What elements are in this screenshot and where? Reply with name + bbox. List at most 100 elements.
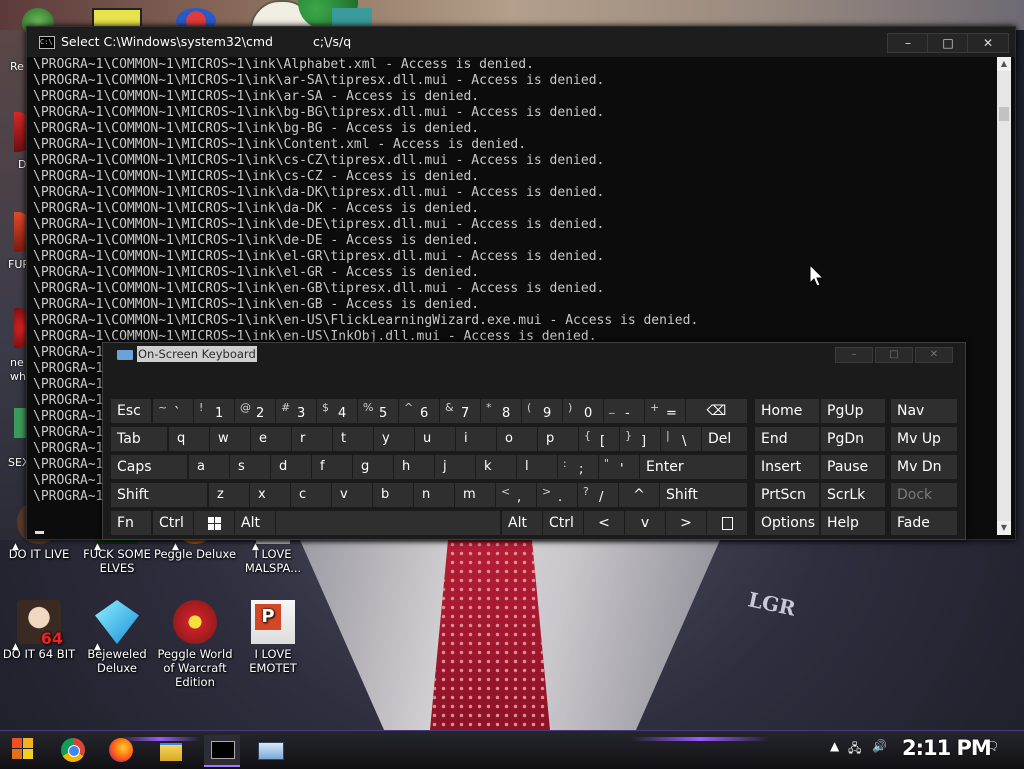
- key-3[interactable]: #3: [276, 399, 316, 423]
- key-fade[interactable]: Fade: [891, 511, 957, 535]
- key-windows[interactable]: [194, 511, 234, 535]
- desktop-icon-i-love-emotet[interactable]: P I LOVE EMOTET: [230, 600, 316, 675]
- key-tab[interactable]: Tab: [111, 427, 167, 451]
- osk-close-button[interactable]: ✕: [915, 347, 953, 363]
- key-period[interactable]: >.: [537, 483, 577, 507]
- key-tilde[interactable]: ~ `: [153, 399, 193, 423]
- key-v[interactable]: v: [332, 483, 372, 507]
- key-m[interactable]: m: [455, 483, 495, 507]
- on-screen-keyboard-window[interactable]: On-Screen Keyboard – □ ✕ Esc ~ ` ! 1 @2 #3…: [102, 342, 966, 540]
- notifications-icon[interactable]: 🗨: [984, 739, 999, 753]
- volume-icon[interactable]: 🔊: [872, 739, 887, 753]
- key-g[interactable]: g: [353, 455, 393, 479]
- key-1[interactable]: ! 1: [194, 399, 234, 423]
- cmd-titlebar[interactable]: C:\ Select C:\Windows\system32\cmd c;\/s…: [27, 27, 1015, 57]
- show-hidden-icons-icon[interactable]: ▲: [830, 739, 839, 753]
- key-j[interactable]: j: [435, 455, 475, 479]
- key-mv-dn[interactable]: Mv Dn: [891, 455, 957, 479]
- key-esc[interactable]: Esc: [111, 399, 151, 423]
- key-ctrl-right[interactable]: Ctrl: [543, 511, 583, 535]
- key-comma[interactable]: <,: [496, 483, 536, 507]
- osk-taskbar-icon[interactable]: [254, 735, 286, 765]
- close-button[interactable]: ✕: [967, 33, 1009, 53]
- key-enter[interactable]: Enter: [640, 455, 747, 479]
- key-7[interactable]: & 7: [440, 399, 480, 423]
- maximize-button[interactable]: □: [927, 33, 969, 53]
- desktop-icon-peggle-wow[interactable]: Peggle World of Warcraft Edition: [152, 600, 238, 689]
- key-9[interactable]: (9: [522, 399, 562, 423]
- key-alt-right[interactable]: Alt: [502, 511, 542, 535]
- key-pgdn[interactable]: PgDn: [821, 427, 885, 451]
- key-b[interactable]: b: [373, 483, 413, 507]
- key-d[interactable]: d: [271, 455, 311, 479]
- scroll-down-arrow-icon[interactable]: ▼: [997, 521, 1011, 535]
- key-r[interactable]: r: [292, 427, 332, 451]
- key-backspace[interactable]: ⌫: [686, 399, 747, 423]
- start-button[interactable]: [8, 735, 40, 765]
- minimize-button[interactable]: –: [887, 33, 929, 53]
- key-6[interactable]: ^ 6: [399, 399, 439, 423]
- key-minus[interactable]: _ -: [604, 399, 644, 423]
- key-right-bracket[interactable]: }]: [620, 427, 660, 451]
- key-n[interactable]: n: [414, 483, 454, 507]
- key-up-arrow[interactable]: ^: [619, 483, 659, 507]
- left-icon-label[interactable]: wh: [10, 370, 26, 383]
- key-o[interactable]: o: [497, 427, 537, 451]
- key-i[interactable]: i: [456, 427, 496, 451]
- key-0[interactable]: ) 0: [563, 399, 603, 423]
- key-s[interactable]: s: [230, 455, 270, 479]
- key-shift-right[interactable]: Shift: [660, 483, 747, 507]
- key-prtscn[interactable]: PrtScn: [755, 483, 819, 507]
- key-shift-left[interactable]: Shift: [111, 483, 207, 507]
- file-explorer-icon[interactable]: [156, 735, 188, 765]
- key-2[interactable]: @2: [235, 399, 275, 423]
- key-dock[interactable]: Dock: [891, 483, 957, 507]
- key-end[interactable]: End: [755, 427, 819, 451]
- desktop-icon-bejeweled-deluxe[interactable]: ▲ Bejeweled Deluxe: [74, 600, 160, 675]
- key-scrlk[interactable]: ScrLk: [821, 483, 885, 507]
- key-q[interactable]: q: [169, 427, 209, 451]
- key-caps[interactable]: Caps: [111, 455, 187, 479]
- key-y[interactable]: y: [374, 427, 414, 451]
- key-menu[interactable]: [707, 511, 747, 535]
- key-home[interactable]: Home: [755, 399, 819, 423]
- key-a[interactable]: a: [189, 455, 229, 479]
- key-options[interactable]: Options: [755, 511, 819, 535]
- scroll-up-arrow-icon[interactable]: ▲: [997, 57, 1011, 71]
- key-right-arrow[interactable]: >: [666, 511, 706, 535]
- key-left-bracket[interactable]: {[: [579, 427, 619, 451]
- osk-minimize-button[interactable]: –: [835, 347, 873, 363]
- scrollbar-thumb[interactable]: [999, 107, 1009, 121]
- key-c[interactable]: c: [291, 483, 331, 507]
- key-space[interactable]: [276, 511, 500, 535]
- cmd-taskbar-icon[interactable]: [204, 735, 240, 767]
- key-pause[interactable]: Pause: [821, 455, 885, 479]
- osk-maximize-button[interactable]: □: [875, 347, 913, 363]
- network-icon[interactable]: 🖧: [848, 739, 861, 760]
- key-left-arrow[interactable]: <: [584, 511, 624, 535]
- key-5[interactable]: % 5: [358, 399, 398, 423]
- key-quote[interactable]: " ': [599, 455, 639, 479]
- firefox-icon[interactable]: [106, 735, 138, 765]
- key-w[interactable]: w: [210, 427, 250, 451]
- key-u[interactable]: u: [415, 427, 455, 451]
- left-icon-label[interactable]: ne: [10, 356, 24, 369]
- key-k[interactable]: k: [476, 455, 516, 479]
- key-help[interactable]: Help: [821, 511, 885, 535]
- key-alt-left[interactable]: Alt: [235, 511, 275, 535]
- key-backslash[interactable]: | \: [661, 427, 701, 451]
- left-icon-label[interactable]: Re: [10, 60, 24, 73]
- key-insert[interactable]: Insert: [755, 455, 819, 479]
- key-mv-up[interactable]: Mv Up: [891, 427, 957, 451]
- taskbar-clock[interactable]: 2:11 PM: [902, 736, 992, 760]
- key-z[interactable]: z: [209, 483, 249, 507]
- key-t[interactable]: t: [333, 427, 373, 451]
- key-l[interactable]: l: [517, 455, 557, 479]
- chrome-icon[interactable]: [58, 735, 90, 765]
- key-slash[interactable]: ? /: [578, 483, 618, 507]
- key-e[interactable]: e: [251, 427, 291, 451]
- key-h[interactable]: h: [394, 455, 434, 479]
- key-x[interactable]: x: [250, 483, 290, 507]
- desktop-icon-do-it-64-bit[interactable]: 64 ▲ DO IT 64 BIT: [0, 600, 82, 661]
- key-semicolon[interactable]: :;: [558, 455, 598, 479]
